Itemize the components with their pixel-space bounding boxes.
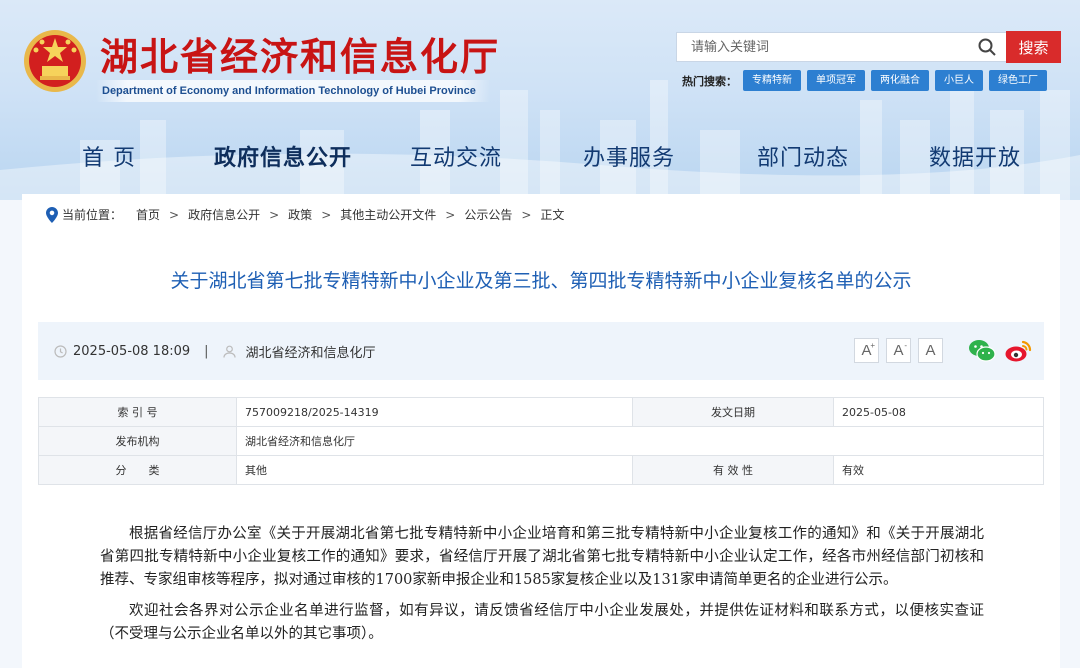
nav-item-news[interactable]: 部门动态 <box>757 140 849 172</box>
table-row: 分 类 其他 有 效 性 有效 <box>38 455 1044 485</box>
hot-tag[interactable]: 绿色工厂 <box>989 70 1047 91</box>
breadcrumb-item[interactable]: 公示公告 <box>464 206 512 223</box>
site-subtitle: Department of Economy and Information Te… <box>96 80 490 102</box>
article-paragraph: 欢迎社会各界对公示企业名单进行监督，如有异议，请反馈省经信厅中小企业发展处，并提… <box>100 603 984 642</box>
national-emblem-icon <box>24 30 86 92</box>
category-label: 分 类 <box>38 455 237 485</box>
search-box <box>676 32 1006 62</box>
publish-datetime: 2025-05-08 18:09 <box>73 343 191 359</box>
breadcrumb-separator: > <box>521 207 532 222</box>
font-decrease-mark: - <box>904 341 907 350</box>
article-meta-bar: 2025-05-08 18:09 | 湖北省经济和信息化厅 A + A- A <box>38 322 1044 380</box>
font-increase-button[interactable]: A + <box>854 338 879 363</box>
font-increase-mark: + <box>870 341 875 350</box>
breadcrumb-separator: > <box>169 207 180 222</box>
share-buttons <box>960 338 1032 364</box>
search-icon[interactable] <box>974 34 1000 60</box>
index-value: 757009218/2025-14319 <box>236 397 633 427</box>
location-pin-icon <box>46 206 58 223</box>
meta-divider: | <box>204 343 209 359</box>
index-label: 索 引 号 <box>38 397 237 427</box>
breadcrumb-item[interactable]: 其他主动公开文件 <box>340 206 436 223</box>
nav-item-open-data[interactable]: 数据开放 <box>929 140 1021 172</box>
validity-label: 有 效 性 <box>632 455 834 485</box>
hot-tag[interactable]: 小巨人 <box>935 70 983 91</box>
breadcrumb-item[interactable]: 政策 <box>288 206 312 223</box>
hot-tag[interactable]: 单项冠军 <box>807 70 865 91</box>
category-value: 其他 <box>236 455 633 485</box>
content-panel: 当前位置： 首页 > 政府信息公开 > 政策 > 其他主动公开文件 > 公示公告… <box>22 194 1060 668</box>
date-value: 2025-05-08 <box>833 397 1044 427</box>
font-size-controls: A + A- A <box>854 338 950 363</box>
wechat-icon[interactable] <box>968 338 996 364</box>
clock-icon <box>54 344 67 358</box>
nav-item-interaction[interactable]: 互动交流 <box>410 140 502 172</box>
breadcrumb-separator: > <box>321 207 332 222</box>
breadcrumb-label: 当前位置： <box>62 208 123 222</box>
search-button[interactable]: 搜索 <box>1006 31 1061 63</box>
user-icon <box>222 345 236 358</box>
hot-tag[interactable]: 专精特新 <box>743 70 801 91</box>
org-value: 湖北省经济和信息化厅 <box>236 426 1044 456</box>
site-title[interactable]: 湖北省经济和信息化厅 <box>100 26 500 81</box>
hot-search-label: 热门搜索： <box>682 74 737 88</box>
breadcrumb-separator: > <box>269 207 280 222</box>
header-banner: 湖北省经济和信息化厅 Department of Economy and Inf… <box>0 0 1080 200</box>
article-body: 根据省经信厅办公室《关于开展湖北省第七批专精特新中小企业培育和第三批专精特新中小… <box>100 523 984 654</box>
document-info-table: 索 引 号 757009218/2025-14319 发文日期 2025-05-… <box>38 397 1044 485</box>
breadcrumb-separator: > <box>445 207 456 222</box>
breadcrumb-item-current: 正文 <box>540 208 565 222</box>
validity-value: 有效 <box>833 455 1044 485</box>
search-input[interactable] <box>677 33 974 61</box>
weibo-icon[interactable] <box>1004 338 1032 364</box>
article-title: 关于湖北省第七批专精特新中小企业及第三批、第四批专精特新中小企业复核名单的公示 <box>170 270 912 292</box>
hot-tag[interactable]: 两化融合 <box>871 70 929 91</box>
publisher: 湖北省经济和信息化厅 <box>245 345 376 361</box>
font-decrease-button[interactable]: A- <box>886 338 911 363</box>
nav-item-services[interactable]: 办事服务 <box>583 140 675 172</box>
font-decrease-label: A <box>893 342 904 359</box>
article-paragraph: 根据省经信厅办公室《关于开展湖北省第七批专精特新中小企业培育和第三批专精特新中小… <box>100 526 984 588</box>
hot-search: 热门搜索： 专精特新 单项冠军 两化融合 小巨人 绿色工厂 <box>682 70 1053 91</box>
font-reset-button[interactable]: A <box>918 338 943 363</box>
nav-item-home[interactable]: 首 页 <box>82 140 136 172</box>
date-label: 发文日期 <box>632 397 834 427</box>
org-label: 发布机构 <box>38 426 237 456</box>
breadcrumb-item[interactable]: 首页 <box>136 206 160 223</box>
table-row: 索 引 号 757009218/2025-14319 发文日期 2025-05-… <box>38 397 1044 427</box>
breadcrumb: 当前位置： 首页 > 政府信息公开 > 政策 > 其他主动公开文件 > 公示公告… <box>46 206 564 223</box>
font-reset-label: A <box>925 342 936 359</box>
table-row: 发布机构 湖北省经济和信息化厅 <box>38 426 1044 456</box>
breadcrumb-item[interactable]: 政府信息公开 <box>188 206 260 223</box>
main-nav: 首 页 政府信息公开 互动交流 办事服务 部门动态 数据开放 <box>0 140 1080 184</box>
nav-item-gov-info[interactable]: 政府信息公开 <box>214 140 352 172</box>
